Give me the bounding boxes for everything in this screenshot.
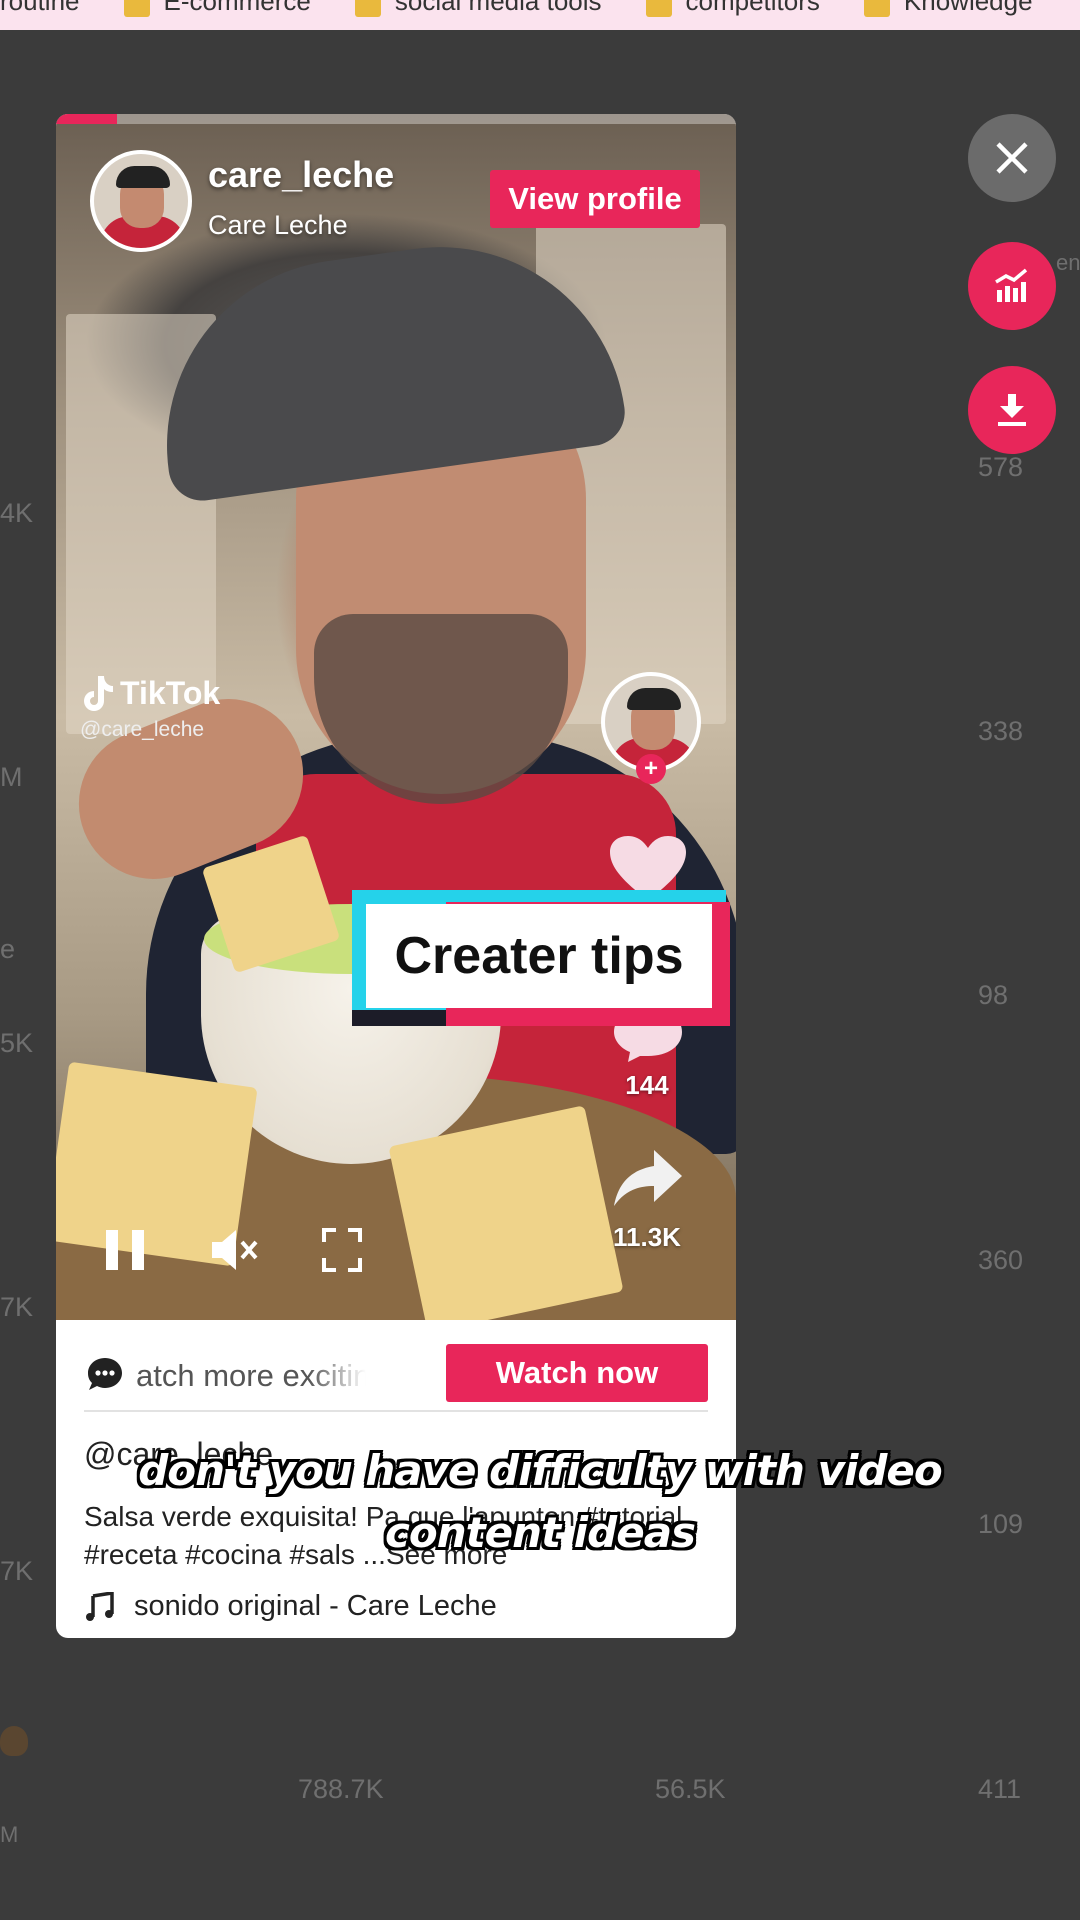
download-icon	[998, 394, 1026, 426]
chat-bubble-icon	[88, 1358, 122, 1390]
bg-cell: 360	[978, 1245, 1024, 1275]
comment-count: 144	[625, 1070, 669, 1100]
author-username[interactable]: care_leche	[208, 154, 394, 196]
watch-now-button[interactable]: Watch now	[446, 1344, 708, 1402]
share-icon[interactable]	[610, 1144, 686, 1214]
bookmarks-bar: routine E-commerce social media tools co…	[0, 0, 1080, 30]
watermark-handle: @care_leche	[80, 718, 205, 741]
bookmark-social-media-tools[interactable]: social media tools	[354, 0, 602, 17]
bg-cell: en	[1056, 250, 1080, 275]
view-profile-button[interactable]: View profile	[490, 170, 700, 228]
bg-cell: 578	[978, 452, 1024, 482]
creator-tips-label: Creater tips	[366, 904, 712, 1008]
bg-cell: M	[0, 1822, 19, 1847]
close-button[interactable]	[968, 114, 1056, 202]
bookmark-knowledge[interactable]: Knowledge	[863, 0, 1033, 17]
thumbnail-icon	[0, 1726, 28, 1756]
muted-icon[interactable]	[208, 1226, 260, 1274]
bg-cell: M	[0, 762, 23, 792]
watch-more-text: atch more exciting v	[136, 1358, 366, 1393]
music-row[interactable]: sonido original - Care Leche	[84, 1590, 497, 1623]
watermark-brand: TikTok	[120, 674, 221, 711]
bg-cell: 5K	[0, 1028, 34, 1058]
tiktok-watermark: TikTok @care_leche	[80, 674, 220, 742]
footer-divider	[84, 1410, 708, 1412]
bg-cell: 411	[978, 1774, 1022, 1804]
close-icon	[996, 142, 1028, 174]
fullscreen-icon[interactable]	[320, 1226, 364, 1274]
tiktok-logo-icon	[84, 676, 113, 711]
subtitle-caption: don't you have difficulty with video con…	[138, 1446, 943, 1557]
watch-more-banner: atch more exciting v Watch now	[56, 1320, 736, 1430]
creator-tips-overlay: Creater tips	[352, 890, 730, 1026]
analytics-icon	[995, 268, 1028, 302]
bg-cell: 56.5K	[655, 1774, 726, 1804]
bookmark-label: competitors	[685, 0, 820, 16]
bg-cell: 788.7K	[298, 1774, 384, 1804]
folder-icon	[645, 0, 672, 17]
bg-cell: 338	[978, 716, 1024, 746]
author-display-name: Care Leche	[208, 210, 348, 240]
bookmark-ecommerce[interactable]: E-commerce	[123, 0, 311, 17]
video-preview-modal: care_leche Care Leche View profile TikTo…	[56, 114, 736, 1638]
bookmark-label: social media tools	[394, 0, 602, 16]
bookmark-routine[interactable]: routine	[0, 0, 80, 17]
bg-cell: 7K	[0, 1556, 34, 1586]
follow-plus-icon[interactable]: +	[636, 754, 666, 784]
analytics-button[interactable]	[968, 242, 1056, 330]
download-button[interactable]	[968, 366, 1056, 454]
bookmark-competitors[interactable]: competitors	[645, 0, 820, 17]
author-avatar[interactable]	[90, 150, 192, 252]
bg-cell: 7K	[0, 1292, 34, 1322]
bg-cell: 98	[978, 980, 1009, 1010]
music-title: sonido original - Care Leche	[134, 1590, 497, 1622]
video-progress-track[interactable]	[56, 114, 736, 124]
folder-icon	[354, 0, 381, 17]
video-player[interactable]: care_leche Care Leche View profile TikTo…	[56, 114, 736, 1320]
folder-icon	[863, 0, 890, 17]
folder-icon	[123, 0, 150, 17]
video-progress-fill	[56, 114, 118, 124]
pause-icon[interactable]	[102, 1226, 148, 1274]
bg-cell: e	[0, 934, 16, 964]
bookmark-label: routine	[0, 0, 80, 16]
bg-cell: 4K	[0, 498, 34, 528]
music-note-icon	[86, 1591, 114, 1621]
bookmark-label: E-commerce	[163, 0, 311, 16]
share-count: 11.3K	[613, 1222, 681, 1252]
bookmark-label: Knowledge	[903, 0, 1033, 16]
